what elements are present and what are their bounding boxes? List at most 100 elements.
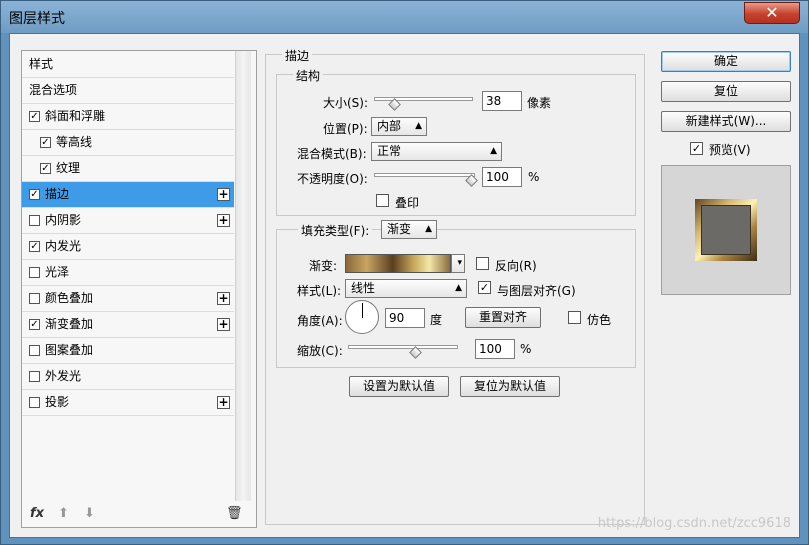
add-instance-icon[interactable]: + (217, 292, 230, 305)
set-default-button[interactable]: 设置为默认值 (349, 376, 449, 397)
preview-checkbox[interactable]: ✓ (690, 142, 703, 155)
fill-type-select[interactable]: 渐变 ▲ (381, 220, 437, 239)
blend-mode-value: 正常 (377, 144, 402, 158)
preview-inner (701, 205, 751, 255)
fill-type-value: 渐变 (387, 222, 412, 236)
check-icon: ✓ (30, 241, 39, 252)
check-icon: ✓ (479, 281, 490, 294)
style-checkbox[interactable]: ✓ (40, 163, 51, 174)
add-instance-icon[interactable]: + (217, 396, 230, 409)
check-icon: ✓ (691, 142, 702, 155)
style-item[interactable]: 内阴影 + (22, 208, 234, 234)
size-input[interactable]: 38 (482, 91, 522, 111)
style-checkbox[interactable]: ✓ (29, 111, 40, 122)
new-style-button[interactable]: 新建样式(W)... (661, 111, 791, 132)
style-checkbox[interactable]: ✓ (29, 189, 40, 200)
check-icon: ✓ (30, 111, 39, 122)
style-item[interactable]: ✓ 纹理 (22, 156, 234, 182)
styles-panel: 样式 混合选项 ✓ 斜面和浮雕 ✓ 等高线 ✓ 纹理 ✓ 描边 + 内阴影 + ✓ 内发光 光泽 颜色叠加 + ✓ 渐… (21, 50, 257, 528)
overprint-checkbox[interactable] (376, 194, 389, 207)
style-checkbox[interactable] (29, 345, 40, 356)
style-checkbox[interactable] (29, 397, 40, 408)
style-checkbox[interactable]: ✓ (29, 241, 40, 252)
scale-unit: % (520, 342, 532, 356)
reverse-checkbox[interactable] (476, 257, 489, 270)
style-checkbox[interactable] (29, 371, 40, 382)
align-layer-label: 与图层对齐(G) (497, 284, 576, 298)
add-instance-icon[interactable]: + (217, 188, 230, 201)
move-up-icon[interactable]: ⬆ (58, 506, 69, 521)
angle-unit: 度 (430, 313, 443, 327)
reverse-label: 反向(R) (495, 259, 537, 273)
updown-arrow-icon: ▲ (455, 283, 462, 293)
align-layer-checkbox[interactable]: ✓ (478, 281, 491, 294)
move-down-icon[interactable]: ⬇ (84, 506, 95, 521)
style-item[interactable]: ✓ 渐变叠加 + (22, 312, 234, 338)
style-item-label: 纹理 (56, 161, 81, 175)
style-checkbox[interactable]: ✓ (29, 319, 40, 330)
add-instance-icon[interactable]: + (217, 214, 230, 227)
style-checkbox[interactable] (29, 215, 40, 226)
preview-gold-frame (695, 199, 757, 261)
opacity-slider[interactable] (374, 173, 475, 177)
style-item[interactable]: ✓ 内发光 (22, 234, 234, 260)
style-item[interactable]: 光泽 (22, 260, 234, 286)
gradient-style-value: 线性 (351, 281, 376, 295)
size-slider[interactable] (374, 97, 473, 101)
fx-icon[interactable]: fx (30, 506, 44, 521)
style-item[interactable]: 图案叠加 (22, 338, 234, 364)
gradient-swatch[interactable] (345, 254, 451, 273)
trash-icon[interactable]: 🗑 (226, 506, 243, 521)
add-instance-icon[interactable]: + (217, 318, 230, 331)
styles-list: 样式 混合选项 ✓ 斜面和浮雕 ✓ 等高线 ✓ 纹理 ✓ 描边 + 内阴影 + ✓ 内发光 光泽 颜色叠加 + ✓ 渐… (22, 51, 234, 501)
style-item-label: 外发光 (45, 369, 82, 383)
style-item-label: 混合选项 (29, 83, 78, 97)
position-label: 位置(P): (323, 122, 368, 136)
reset-align-button[interactable]: 重置对齐 (465, 307, 541, 328)
blend-mode-select[interactable]: 正常 ▲ (371, 142, 502, 161)
reset-default-button[interactable]: 复位为默认值 (460, 376, 560, 397)
style-item-label: 渐变叠加 (45, 317, 94, 331)
style-checkbox[interactable] (29, 293, 40, 304)
style-item[interactable]: 投影 + (22, 390, 234, 416)
style-item-label: 颜色叠加 (45, 291, 94, 305)
preview-thumbnail (661, 165, 791, 295)
style-item[interactable]: ✓ 等高线 (22, 130, 234, 156)
reset-button[interactable]: 复位 (661, 81, 791, 102)
styles-toolbar: fx ⬆ ⬇ 🗑 (22, 504, 256, 527)
close-icon: ✕ (765, 3, 779, 22)
style-checkbox[interactable]: ✓ (40, 137, 51, 148)
style-item[interactable]: 外发光 (22, 364, 234, 390)
style-checkbox[interactable] (29, 267, 40, 278)
opacity-label: 不透明度(O): (297, 172, 368, 186)
angle-input[interactable]: 90 (385, 308, 425, 328)
angle-dial[interactable] (345, 300, 379, 334)
check-icon: ✓ (41, 137, 50, 148)
stroke-group-title: 描边 (282, 47, 313, 64)
gradient-style-select[interactable]: 线性 ▲ (345, 279, 467, 298)
title-bar[interactable]: 图层样式 ✕ (1, 1, 808, 33)
style-item[interactable]: 样式 (22, 52, 234, 78)
dither-checkbox[interactable] (568, 311, 581, 324)
style-item-label: 描边 (45, 187, 70, 201)
ok-button[interactable]: 确定 (661, 51, 791, 72)
gradient-dropdown[interactable]: ▾ (451, 254, 465, 273)
styles-scrollbar[interactable] (235, 51, 251, 501)
check-icon: ✓ (30, 189, 39, 200)
style-item[interactable]: 颜色叠加 + (22, 286, 234, 312)
check-icon: ✓ (41, 163, 50, 174)
opacity-input[interactable]: 100 (482, 167, 522, 187)
style-item[interactable]: ✓ 斜面和浮雕 (22, 104, 234, 130)
overprint-label: 叠印 (395, 196, 420, 210)
stroke-group: 描边 结构 大小(S): 38 像素 位置(P): 内部 ▲ 混合模式(B): … (265, 47, 645, 525)
updown-arrow-icon: ▲ (425, 224, 432, 234)
scale-input[interactable]: 100 (475, 339, 515, 359)
scale-slider[interactable] (348, 345, 458, 349)
position-select[interactable]: 内部 ▲ (371, 117, 427, 136)
close-button[interactable]: ✕ (744, 2, 800, 24)
style-item[interactable]: ✓ 描边 + (22, 182, 234, 208)
style-item[interactable]: 混合选项 (22, 78, 234, 104)
angle-indicator (362, 303, 363, 318)
updown-arrow-icon: ▲ (415, 121, 422, 131)
style-item-label: 投影 (45, 395, 70, 409)
